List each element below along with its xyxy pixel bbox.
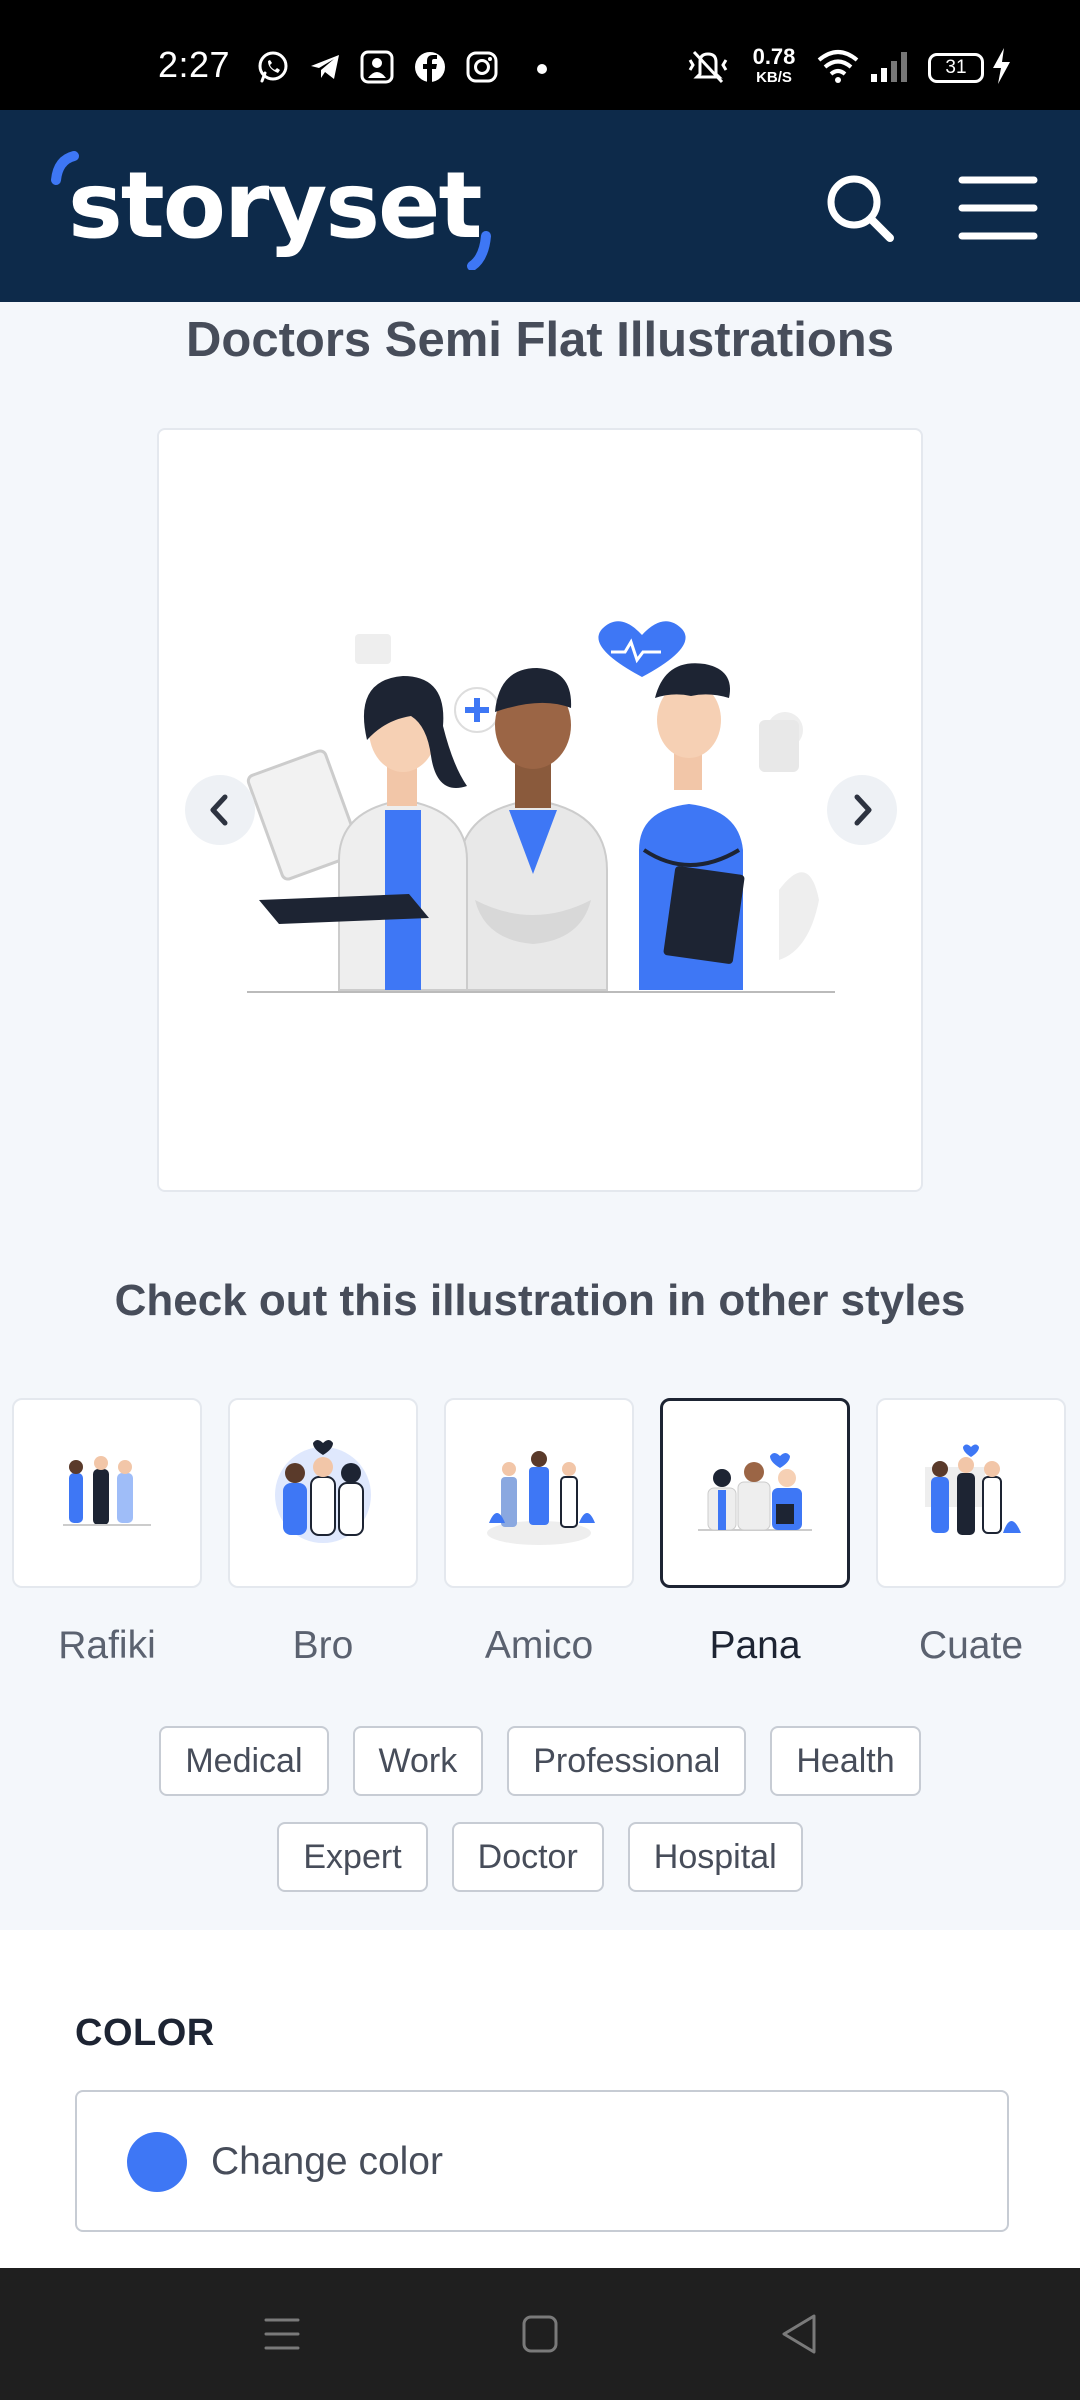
system-nav-bar xyxy=(0,2268,1080,2400)
status-bar: 2:27 0.78 KB/S 31 xyxy=(0,0,1080,110)
chevron-right-icon xyxy=(854,794,872,826)
change-color-label: Change color xyxy=(211,2140,443,2183)
tag-medical[interactable]: Medical xyxy=(159,1726,329,1796)
signal-icon xyxy=(871,52,907,82)
recents-icon[interactable] xyxy=(252,2306,312,2362)
tag-list: Medical Work Professional Health Expert … xyxy=(0,1726,1080,1918)
logo-text: storyset xyxy=(68,152,482,259)
style-selector: Rafiki Bro Amico Pana Cuate xyxy=(0,1398,1080,1667)
home-icon[interactable] xyxy=(510,2306,570,2362)
other-styles-heading: Check out this illustration in other sty… xyxy=(114,1276,966,1325)
style-label-pana: Pana xyxy=(709,1624,801,1667)
style-option-bro[interactable]: Bro xyxy=(228,1398,418,1668)
site-header: storyset xyxy=(0,110,1080,302)
tag-row: Medical Work Professional Health xyxy=(0,1726,1080,1796)
illustration-preview-card xyxy=(157,428,923,1192)
style-thumbnail xyxy=(660,1398,850,1588)
storyset-logo[interactable]: storyset xyxy=(46,150,506,270)
style-thumbnail xyxy=(876,1398,1066,1588)
facebook-icon xyxy=(415,52,445,82)
tag-expert[interactable]: Expert xyxy=(277,1822,428,1892)
style-label-amico: Amico xyxy=(484,1624,594,1667)
style-thumbnail xyxy=(12,1398,202,1588)
wifi-icon xyxy=(817,50,859,83)
telegram-icon xyxy=(311,55,339,79)
style-thumbnail xyxy=(444,1398,634,1588)
page-title: Doctors Semi Flat Illustrations xyxy=(186,313,894,367)
bro-thumbnail xyxy=(275,1440,371,1543)
back-icon[interactable] xyxy=(770,2306,830,2362)
network-speed: 0.78 KB/S xyxy=(752,44,796,86)
style-option-pana[interactable]: Pana xyxy=(660,1398,850,1668)
doctors-illustration xyxy=(246,621,835,993)
tag-doctor[interactable]: Doctor xyxy=(451,1822,604,1892)
style-label-rafiki: Rafiki xyxy=(58,1624,156,1667)
change-color-button[interactable]: Change color xyxy=(75,2090,1009,2232)
tag-professional[interactable]: Professional xyxy=(507,1726,747,1796)
charging-icon xyxy=(993,48,1010,84)
whatsapp-icon xyxy=(258,51,288,83)
carousel-next-button[interactable] xyxy=(827,775,897,845)
amico-thumbnail xyxy=(487,1451,595,1545)
vibrate-mute-icon xyxy=(688,50,728,84)
battery-indicator: 31 xyxy=(928,53,984,83)
gallery-icon xyxy=(360,50,394,84)
tag-row: Expert Doctor Hospital xyxy=(0,1822,1080,1892)
style-option-cuate[interactable]: Cuate xyxy=(876,1398,1066,1668)
chevron-left-icon xyxy=(210,794,228,826)
instagram-icon xyxy=(466,51,498,83)
carousel-prev-button[interactable] xyxy=(185,775,255,845)
style-option-amico[interactable]: Amico xyxy=(444,1398,634,1668)
rafiki-thumbnail xyxy=(63,1456,151,1526)
color-swatch xyxy=(127,2132,187,2192)
style-label-cuate: Cuate xyxy=(918,1624,1024,1667)
tag-hospital[interactable]: Hospital xyxy=(627,1822,803,1892)
search-icon[interactable] xyxy=(820,168,900,248)
status-time: 2:27 xyxy=(158,44,231,85)
hamburger-menu-icon[interactable] xyxy=(950,168,1040,248)
notification-dot xyxy=(537,64,547,74)
color-section: COLOR Change color xyxy=(0,1930,1080,2270)
style-option-rafiki[interactable]: Rafiki xyxy=(12,1398,202,1668)
style-label-bro: Bro xyxy=(292,1624,354,1667)
cuate-thumbnail xyxy=(925,1444,1021,1535)
style-thumbnail xyxy=(228,1398,418,1588)
tag-work[interactable]: Work xyxy=(352,1726,484,1796)
tag-health[interactable]: Health xyxy=(770,1726,921,1796)
pana-thumbnail xyxy=(698,1453,812,1531)
color-heading: COLOR xyxy=(75,2012,215,2054)
